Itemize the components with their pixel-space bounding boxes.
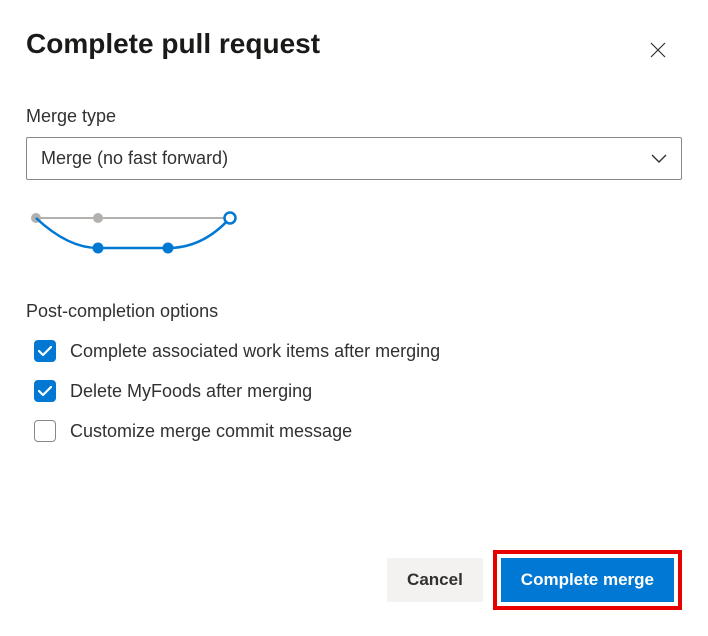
check-icon [38,346,52,357]
complete-merge-button[interactable]: Complete merge [501,558,674,602]
option-complete-work-items: Complete associated work items after mer… [26,340,682,362]
dialog-title: Complete pull request [26,28,320,60]
option-label[interactable]: Delete MyFoods after merging [70,381,312,402]
merge-strategy-diagram [28,208,682,263]
merge-type-dropdown[interactable]: Merge (no fast forward) [26,137,682,180]
close-icon [650,42,666,63]
cancel-button[interactable]: Cancel [387,558,483,602]
checkbox-delete-branch[interactable] [34,380,56,402]
option-label[interactable]: Customize merge commit message [70,421,352,442]
checkbox-customize-message[interactable] [34,420,56,442]
chevron-down-icon [651,154,667,164]
option-delete-branch: Delete MyFoods after merging [26,380,682,402]
checkbox-complete-work-items[interactable] [34,340,56,362]
option-customize-message: Customize merge commit message [26,420,682,442]
dialog-footer: Cancel Complete merge [387,550,682,610]
option-label[interactable]: Complete associated work items after mer… [70,341,440,362]
merge-type-selected: Merge (no fast forward) [41,148,228,169]
highlight-frame: Complete merge [493,550,682,610]
check-icon [38,386,52,397]
post-completion-label: Post-completion options [26,301,682,322]
merge-type-label: Merge type [26,106,682,127]
close-button[interactable] [642,36,674,68]
